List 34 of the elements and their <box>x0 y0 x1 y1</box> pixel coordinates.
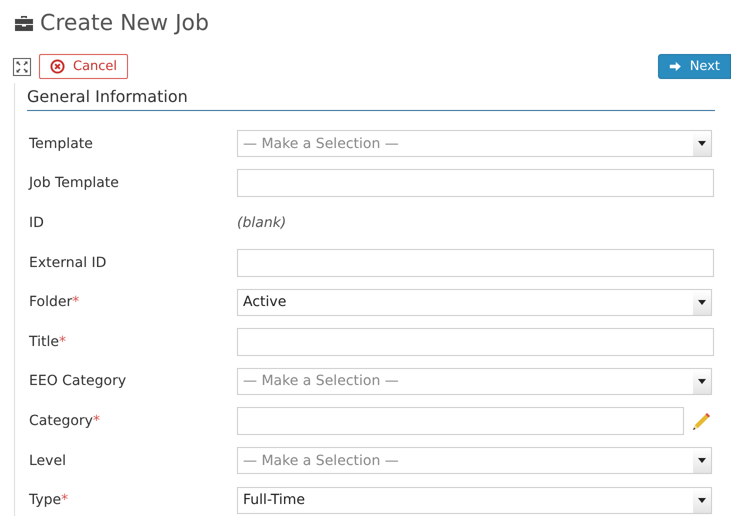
field-label: EEO Category <box>28 373 128 390</box>
arrow-right-icon <box>669 60 682 73</box>
page-title: Create New Job <box>40 10 209 36</box>
caret-icon <box>698 458 706 464</box>
caret-icon <box>698 498 706 503</box>
field-label: Title* <box>28 334 68 350</box>
input-field[interactable] <box>237 169 714 198</box>
briefcase-icon <box>14 14 34 32</box>
section-heading: General Information <box>27 87 715 111</box>
field-label: Category* <box>28 412 101 429</box>
caret-icon <box>698 300 706 305</box>
field-label: Job Template <box>27 175 120 192</box>
field-label: External ID <box>28 254 108 271</box>
select-field[interactable]: — Make a Selection — <box>237 447 712 474</box>
cancel-button[interactable]: Cancel <box>39 54 128 79</box>
input-field[interactable] <box>237 328 714 356</box>
field-label: Level <box>28 452 67 469</box>
field-value: (blank) <box>237 214 286 231</box>
input-field[interactable] <box>237 406 684 435</box>
field-label: Folder* <box>28 294 80 310</box>
select-field[interactable]: — Make a Selection — <box>237 368 712 395</box>
field-label: Type* <box>28 492 70 508</box>
select-field[interactable]: Full-Time <box>237 486 712 514</box>
expand-icon[interactable] <box>13 58 31 76</box>
caret-icon <box>698 378 706 384</box>
field-label: ID <box>28 214 45 231</box>
pencil-icon[interactable] <box>691 410 711 431</box>
caret-icon <box>698 141 706 146</box>
input-field[interactable] <box>237 248 714 277</box>
select-field[interactable]: — Make a Selection — <box>237 130 712 158</box>
close-icon <box>50 59 65 74</box>
field-label: Template <box>28 136 94 152</box>
next-button[interactable]: Next <box>658 54 731 79</box>
select-field[interactable]: Active <box>237 288 712 316</box>
